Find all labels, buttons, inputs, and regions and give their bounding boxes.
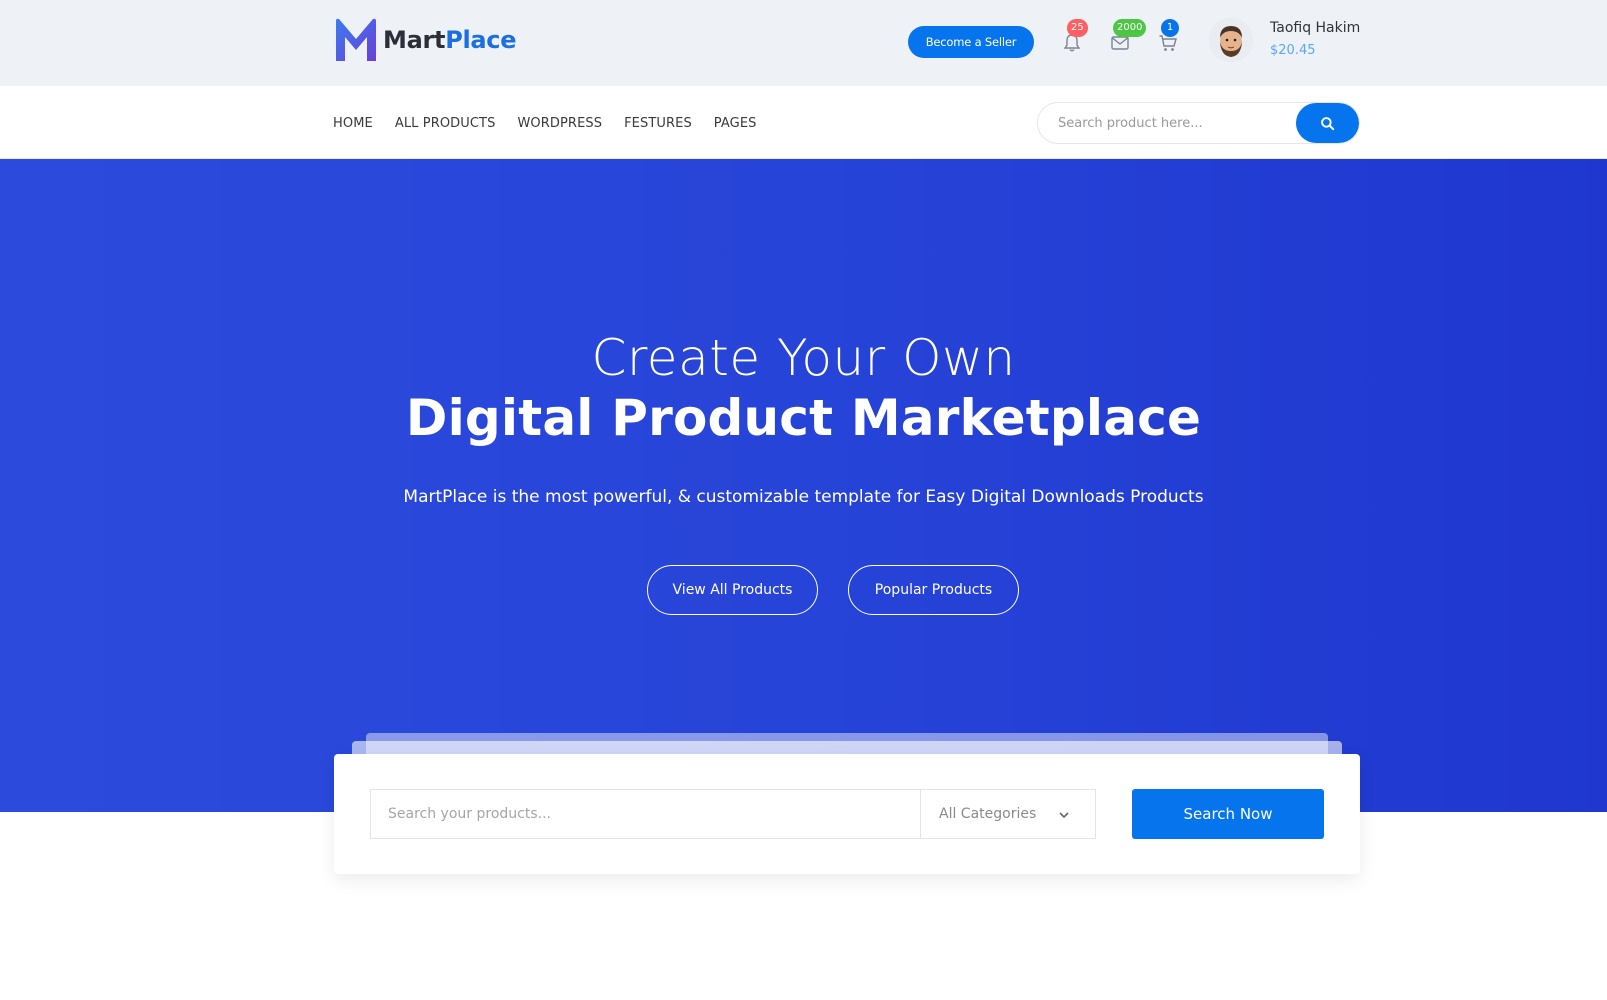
nav-item-features[interactable]: FESTURES [624, 116, 692, 131]
notifications-badge: 25 [1067, 19, 1088, 37]
nav-item-home[interactable]: HOME [333, 116, 373, 131]
notifications-button[interactable]: 25 [1059, 19, 1088, 56]
nav-item-pages[interactable]: PAGES [714, 116, 757, 131]
product-search-panel: All Categories Search Now [334, 754, 1360, 874]
user-balance: $20.45 [1270, 43, 1316, 58]
popular-products-button[interactable]: Popular Products [848, 565, 1019, 615]
top-bar: MartPlace Become a Seller 25 2000 1 Taof… [0, 0, 1607, 86]
hero-subtitle: MartPlace is the most powerful, & custom… [403, 487, 1204, 507]
avatar[interactable] [1209, 18, 1253, 62]
search-now-button[interactable]: Search Now [1132, 789, 1324, 839]
search-icon [1321, 116, 1335, 130]
become-seller-button[interactable]: Become a Seller [908, 26, 1034, 58]
category-select-label: All Categories [939, 806, 1037, 822]
cart-button[interactable]: 1 [1155, 19, 1181, 56]
user-name[interactable]: Taofiq Hakim [1270, 20, 1360, 36]
chevron-down-icon [1059, 812, 1069, 819]
view-all-products-button[interactable]: View All Products [647, 565, 818, 615]
nav-item-all-products[interactable]: ALL PRODUCTS [395, 116, 496, 131]
nav-item-wordpress[interactable]: WORDPRESS [517, 116, 602, 131]
logo-text: MartPlace [383, 26, 517, 54]
logo-m-icon [336, 18, 376, 61]
logo[interactable]: MartPlace [333, 16, 517, 64]
messages-badge: 2000 [1113, 19, 1147, 37]
nav-search-input[interactable] [1038, 103, 1298, 143]
nav-search-button[interactable] [1296, 103, 1359, 143]
main-menu: HOME ALL PRODUCTS WORDPRESS FESTURES PAG… [333, 116, 779, 131]
hero-section: Create Your Own Digital Product Marketpl… [0, 159, 1607, 812]
main-nav-bar: HOME ALL PRODUCTS WORDPRESS FESTURES PAG… [0, 86, 1607, 159]
nav-search [1037, 102, 1360, 144]
category-select[interactable]: All Categories [920, 789, 1096, 839]
product-search-input[interactable] [370, 789, 920, 839]
user-avatar-icon [1209, 18, 1253, 62]
hero-title-line1: Create Your Own [591, 329, 1016, 387]
hero-title-line2: Digital Product Marketplace [405, 389, 1202, 447]
cart-badge: 1 [1161, 19, 1179, 37]
messages-button[interactable]: 2000 [1107, 19, 1147, 56]
